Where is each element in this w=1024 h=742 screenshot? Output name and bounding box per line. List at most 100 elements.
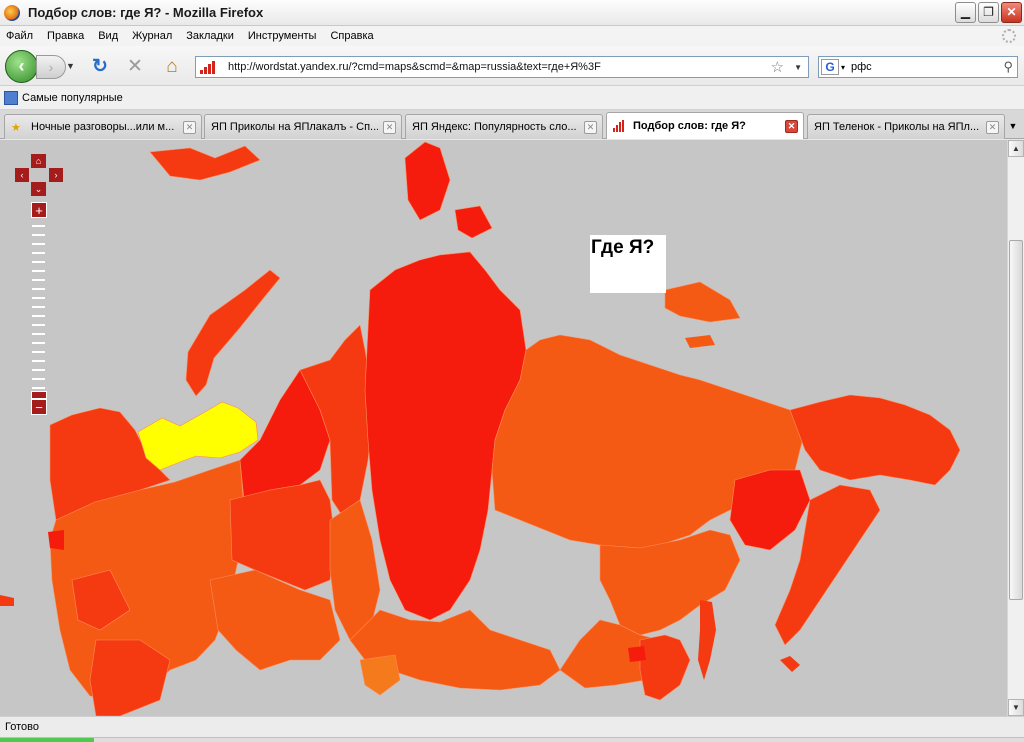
bookmark-folder-icon	[4, 90, 18, 105]
throbber-icon	[1002, 29, 1016, 43]
map-region-taymyr-islands	[454, 205, 493, 239]
map-zoom-control: + −	[31, 202, 47, 415]
home-icon[interactable]: ⌂	[161, 56, 183, 78]
scroll-thumb[interactable]	[1009, 240, 1023, 600]
map-region-altai	[359, 654, 401, 696]
pan-left-icon[interactable]: ‹	[15, 168, 29, 182]
search-input[interactable]: рфс	[851, 61, 1003, 73]
tab-close-icon[interactable]: ✕	[183, 120, 196, 134]
tab-yandex-popularity[interactable]: ЯП Яндекс: Популярность сло... ✕	[405, 114, 603, 139]
tab-yaplakal-jokes[interactable]: ЯП Приколы на ЯПлакалъ - Сп... ✕	[204, 114, 402, 139]
restore-button[interactable]: ❐	[978, 2, 999, 23]
map-region-severnaya-zemlya	[404, 141, 451, 221]
tab-bar: ★ Ночные разговоры...или м... ✕ ЯП Прико…	[0, 110, 1024, 139]
zoom-out-button[interactable]: −	[31, 399, 47, 415]
tab-close-icon[interactable]: ✕	[986, 120, 999, 134]
pan-up-icon[interactable]: ⌂	[31, 154, 46, 168]
zoom-slider-thumb[interactable]	[31, 391, 47, 399]
zoom-step[interactable]	[32, 306, 45, 308]
url-dropdown-icon[interactable]: ▼	[794, 63, 802, 72]
close-window-button[interactable]: ✕	[1001, 2, 1022, 23]
zoom-step[interactable]	[32, 369, 45, 371]
zoom-step[interactable]	[32, 297, 45, 299]
status-divider	[0, 737, 1024, 742]
map-region-urals	[209, 569, 341, 671]
menu-file[interactable]: Файл	[6, 30, 33, 42]
search-icon[interactable]: ⚲	[1003, 59, 1013, 75]
bookmark-most-visited[interactable]: Самые популярные	[22, 92, 123, 104]
url-text[interactable]: http://wordstat.yandex.ru/?cmd=maps&scmd…	[228, 61, 771, 73]
bookmark-star-icon[interactable]: ☆	[771, 58, 784, 76]
status-bar: Готово	[0, 716, 1024, 742]
menu-help[interactable]: Справка	[330, 30, 373, 42]
tab-close-icon[interactable]: ✕	[785, 119, 798, 133]
tab-night-talks[interactable]: ★ Ночные разговоры...или м... ✕	[4, 114, 202, 139]
window-controls: ▁ ❐ ✕	[955, 2, 1022, 23]
map-region-novaya-zemlya	[185, 269, 281, 397]
map-region-primorye	[639, 634, 691, 701]
search-box[interactable]: G ▾ рфс ⚲	[818, 56, 1018, 78]
menu-bookmarks[interactable]: Закладки	[186, 30, 234, 42]
pan-right-icon[interactable]: ›	[49, 168, 63, 182]
zoom-step[interactable]	[32, 351, 45, 353]
pan-down-icon[interactable]: ⌄	[31, 182, 46, 196]
zoom-step[interactable]	[32, 261, 45, 263]
status-text: Готово	[5, 721, 39, 733]
menu-edit[interactable]: Правка	[47, 30, 84, 42]
vertical-scrollbar[interactable]: ▲ ▼	[1007, 140, 1024, 716]
zoom-step[interactable]	[32, 315, 45, 317]
zoom-step[interactable]	[32, 243, 45, 245]
back-button[interactable]: ‹	[5, 50, 38, 83]
star-icon: ★	[11, 121, 21, 134]
menu-tools[interactable]: Инструменты	[248, 30, 317, 42]
zoom-step[interactable]	[32, 324, 45, 326]
title-bar: Подбор слов: где Я? - Mozilla Firefox ▁ …	[0, 0, 1024, 26]
history-dropdown-icon[interactable]: ▼	[66, 61, 75, 71]
tab-word-selection[interactable]: Подбор слов: где Я? ✕	[606, 112, 804, 139]
menu-history[interactable]: Журнал	[132, 30, 172, 42]
menu-view[interactable]: Вид	[98, 30, 118, 42]
zoom-step[interactable]	[32, 279, 45, 281]
zoom-step[interactable]	[32, 288, 45, 290]
wordstat-icon	[613, 120, 629, 132]
zoom-step[interactable]	[32, 378, 45, 380]
zoom-step[interactable]	[32, 252, 45, 254]
search-engine-icon[interactable]: G	[821, 59, 839, 75]
scroll-up-icon[interactable]: ▲	[1008, 140, 1024, 157]
window-title: Подбор слов: где Я? - Mozilla Firefox	[28, 5, 264, 20]
tab-close-icon[interactable]: ✕	[584, 120, 597, 134]
stop-icon[interactable]: ✕	[124, 56, 146, 78]
map-region-chukotka	[789, 394, 961, 486]
map-region-kaliningrad	[48, 530, 64, 550]
zoom-step[interactable]	[32, 342, 45, 344]
zoom-step[interactable]	[32, 234, 45, 236]
zoom-step[interactable]	[32, 270, 45, 272]
map-region-kurils	[780, 656, 800, 672]
tab-telenok-jokes[interactable]: ЯП Теленок - Приколы на ЯПл... ✕	[807, 114, 1005, 139]
map-region-franz-josef	[149, 145, 261, 181]
query-label-box: Где Я?	[590, 235, 666, 293]
zoom-step[interactable]	[32, 225, 45, 227]
map-region-west-fragment	[0, 595, 14, 606]
zoom-in-button[interactable]: +	[31, 202, 47, 218]
minimize-button[interactable]: ▁	[955, 2, 976, 23]
reload-icon[interactable]: ↻	[89, 56, 111, 78]
russia-map[interactable]	[0, 140, 1007, 716]
tab-list-icon[interactable]: ▼	[1004, 115, 1022, 137]
engine-dropdown-icon[interactable]: ▾	[841, 63, 845, 72]
tab-close-icon[interactable]: ✕	[383, 120, 396, 134]
scroll-down-icon[interactable]: ▼	[1008, 699, 1024, 716]
status-progress	[0, 738, 94, 742]
navigation-toolbar: ‹ › ▼ ↻ ✕ ⌂ http://wordstat.yandex.ru/?c…	[0, 46, 1024, 86]
forward-button[interactable]: ›	[36, 55, 66, 79]
firefox-icon	[4, 4, 20, 21]
zoom-step[interactable]	[32, 360, 45, 362]
zoom-step[interactable]	[32, 333, 45, 335]
url-bar[interactable]: http://wordstat.yandex.ru/?cmd=maps&scmd…	[195, 56, 809, 78]
map-viewport[interactable]: ⌂ ‹ › ⌄ + − Где Я?	[0, 140, 1007, 716]
menu-bar: Файл Правка Вид Журнал Закладки Инструме…	[0, 26, 1024, 46]
zoom-step[interactable]	[32, 387, 45, 389]
map-region-magadan	[729, 469, 811, 551]
map-region-new-siberian	[664, 281, 741, 323]
query-label: Где Я?	[591, 237, 655, 258]
